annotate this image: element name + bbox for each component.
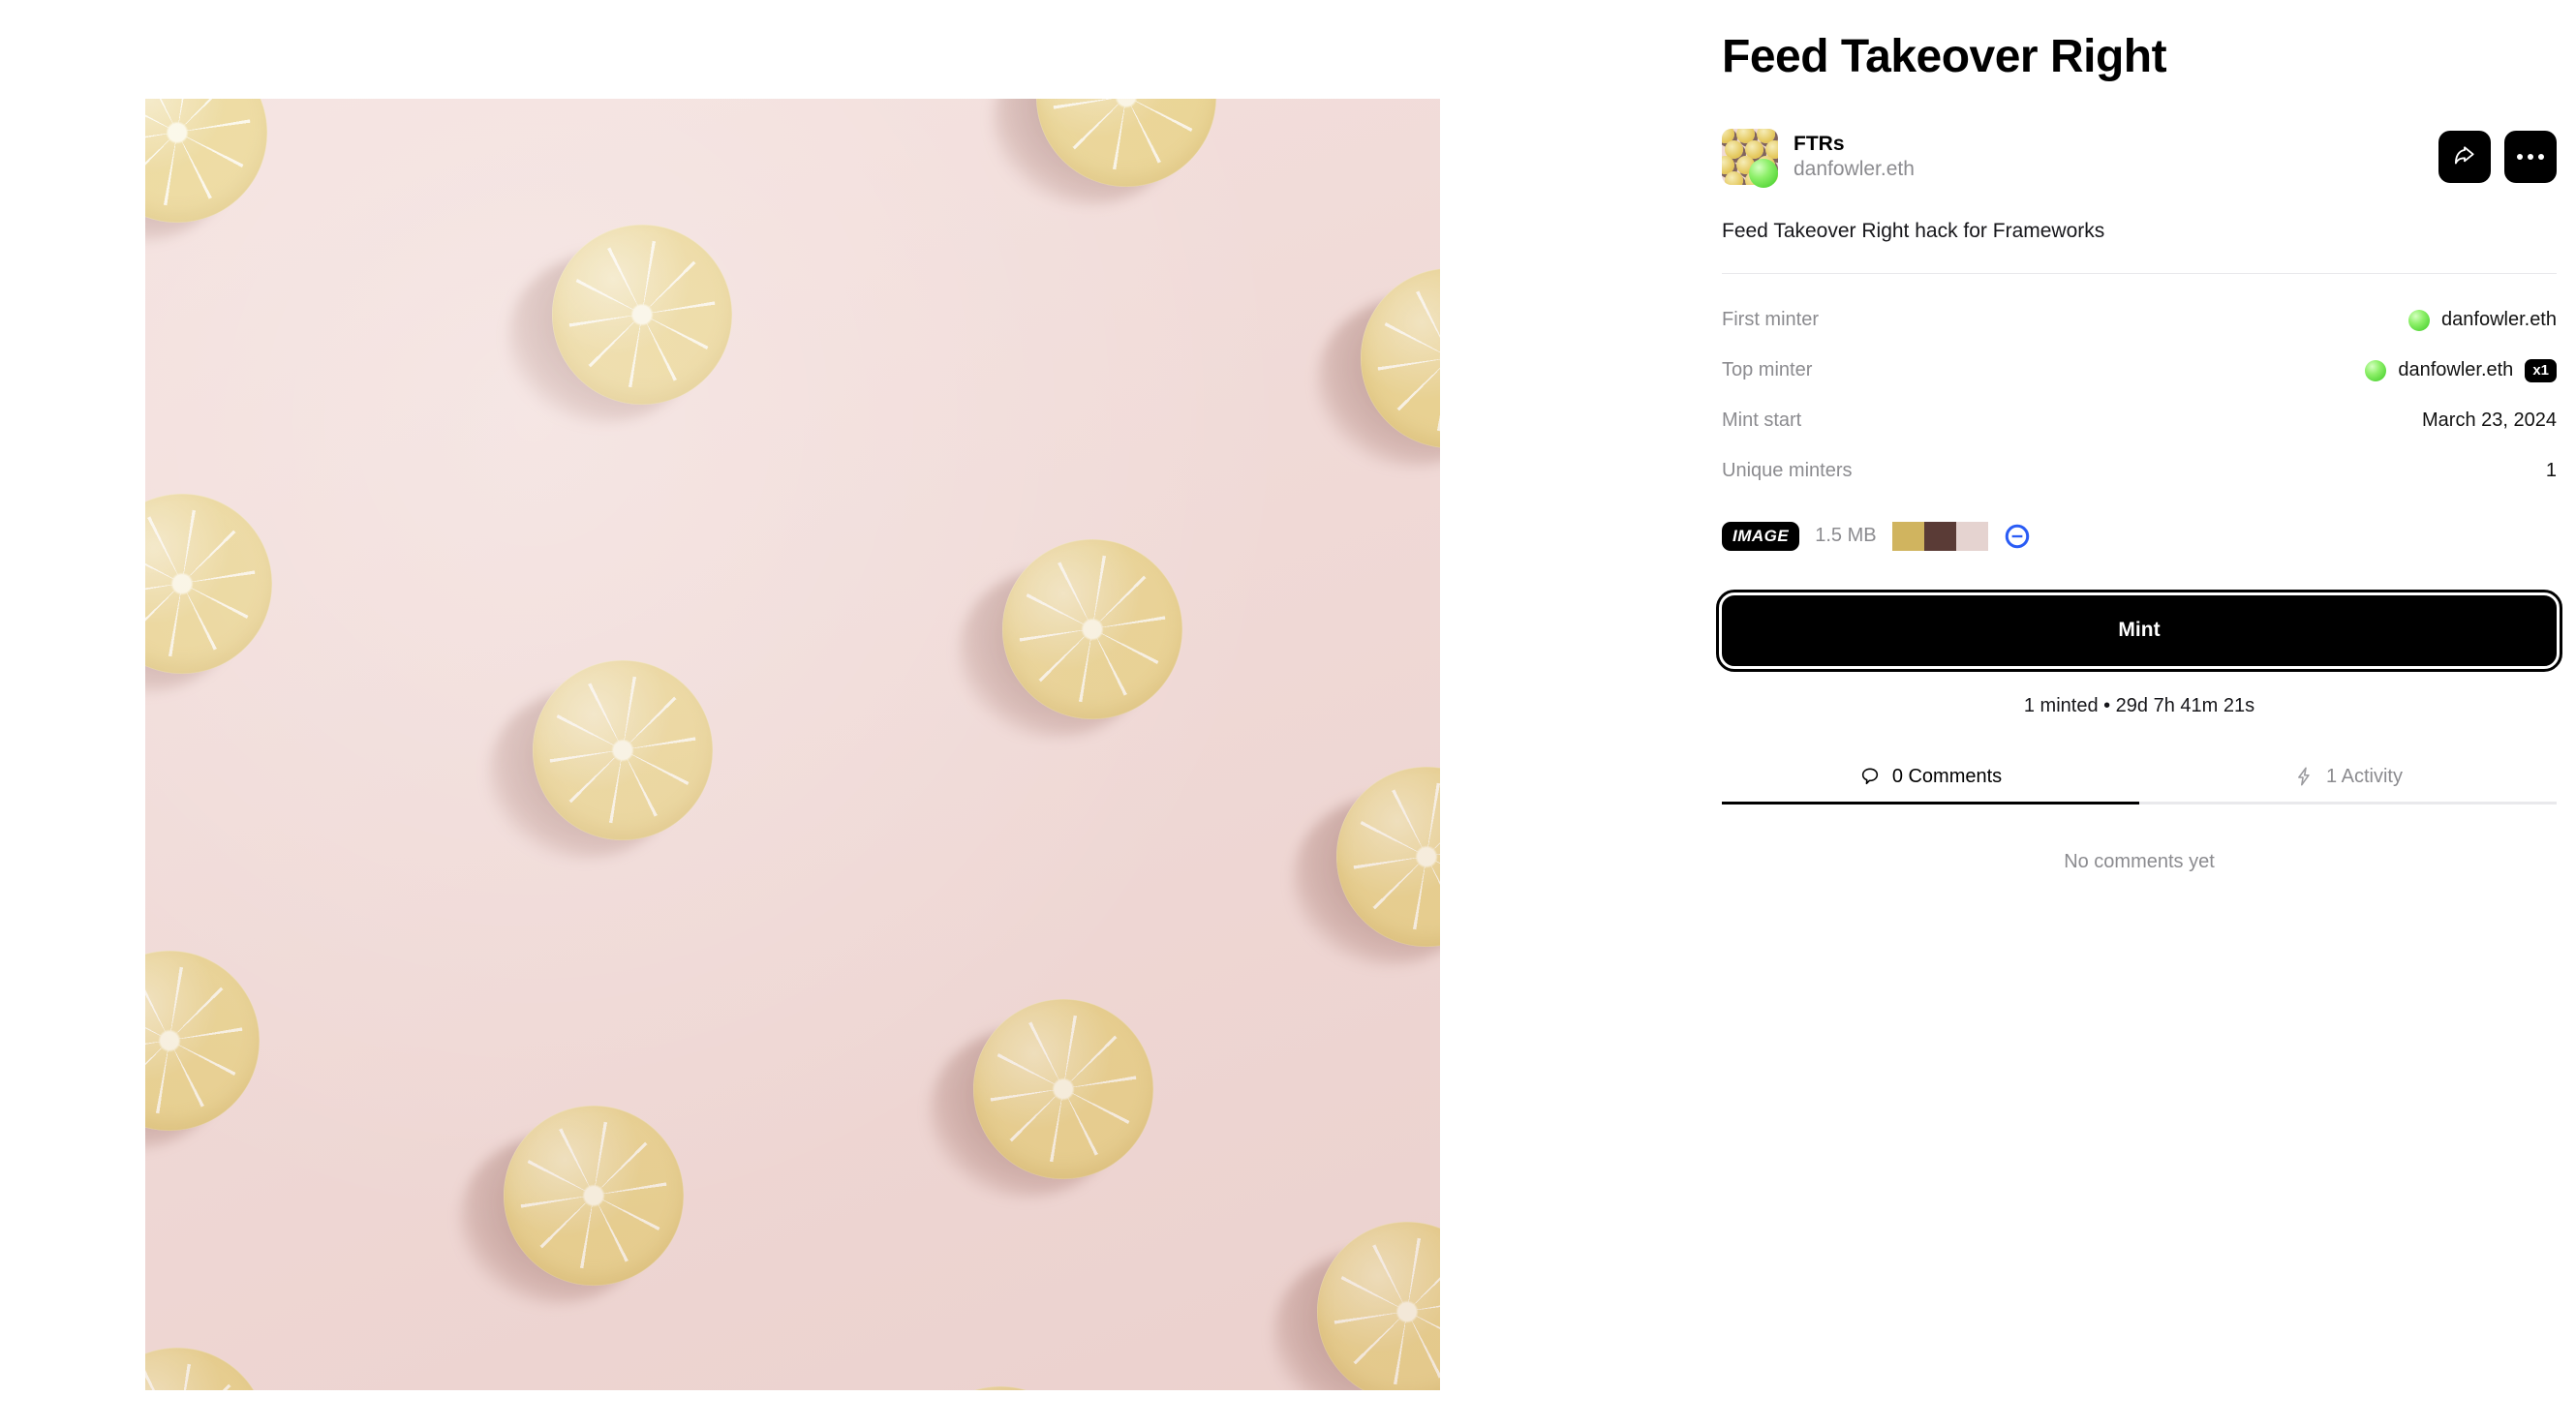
creator-handle: danfowler.eth bbox=[1794, 157, 1915, 180]
metadata-value-text: March 23, 2024 bbox=[2422, 410, 2557, 432]
tab-activity[interactable]: 1 Activity bbox=[2139, 752, 2557, 805]
artwork-image[interactable] bbox=[145, 98, 1440, 1390]
more-options-button[interactable] bbox=[2504, 130, 2557, 183]
lemon-body bbox=[145, 1347, 267, 1390]
lemon-slice bbox=[145, 493, 272, 693]
metadata-row: Unique minters 1 bbox=[1722, 446, 2557, 497]
mint-count-badge: x1 bbox=[2525, 358, 2557, 382]
comments-empty-state: No comments yet bbox=[2064, 850, 2215, 872]
lemon-body bbox=[533, 659, 713, 840]
lemon-slice bbox=[929, 998, 1153, 1199]
lemon-body bbox=[145, 98, 267, 223]
creator-row: FTRs danfowler.eth bbox=[1722, 127, 2557, 188]
lemon-slice bbox=[910, 1385, 1090, 1390]
metadata-value: March 23, 2024 bbox=[2422, 410, 2557, 432]
avatar[interactable] bbox=[1722, 128, 1778, 188]
lemon-slice bbox=[145, 950, 260, 1150]
lemon-slice bbox=[1316, 267, 1440, 468]
lemon-slice bbox=[145, 98, 267, 242]
metadata-value: 1 bbox=[2546, 460, 2557, 482]
metadata-value[interactable]: danfowler.eth x1 bbox=[2365, 358, 2557, 382]
lemon-body bbox=[552, 224, 732, 405]
lemon-slice bbox=[958, 538, 1182, 739]
lemon-body bbox=[1317, 1221, 1440, 1390]
creator-names: FTRs danfowler.eth bbox=[1794, 132, 1915, 183]
lemon-body bbox=[973, 998, 1153, 1179]
file-type-badge: IMAGE bbox=[1722, 521, 1800, 551]
lemon-slice bbox=[1292, 766, 1440, 966]
verified-sphere-badge-icon bbox=[2365, 359, 2387, 381]
tab-activity-label: 1 Activity bbox=[2326, 765, 2403, 787]
metadata-value-text: 1 bbox=[2545, 460, 2557, 482]
color-swatches bbox=[1891, 521, 1988, 551]
metadata-value-text: danfowler.eth bbox=[2398, 359, 2514, 381]
description: Feed Takeover Right hack for Frameworks bbox=[1722, 219, 2105, 242]
file-metadata-row: IMAGE 1.5 MB bbox=[1722, 521, 2557, 551]
metadata-row: Mint start March 23, 2024 bbox=[1722, 396, 2557, 446]
creator-name: FTRs bbox=[1794, 132, 1845, 155]
color-swatch bbox=[1955, 521, 1988, 551]
verified-sphere-badge-icon bbox=[2408, 309, 2431, 331]
detail-panel: Feed Takeover Right FTRs danfowler.eth F… bbox=[1716, 0, 2562, 1427]
color-swatch bbox=[1891, 521, 1924, 551]
metadata-value[interactable]: danfowler.eth bbox=[2408, 309, 2557, 331]
tab-comments[interactable]: 0 Comments bbox=[1722, 752, 2139, 805]
verified-sphere-badge-icon bbox=[1749, 158, 1778, 188]
mint-button[interactable]: Mint bbox=[1716, 589, 2562, 672]
lemon-body bbox=[910, 1385, 1090, 1390]
metadata-label: First minter bbox=[1722, 309, 1819, 331]
share-icon bbox=[2454, 146, 2474, 165]
color-swatch bbox=[1923, 521, 1956, 551]
metadata-label: Mint start bbox=[1722, 410, 1802, 432]
lemon-slice bbox=[1273, 1221, 1440, 1390]
more-options-icon bbox=[2517, 153, 2544, 160]
share-button[interactable] bbox=[2438, 130, 2491, 183]
divider bbox=[1722, 272, 2557, 274]
metadata-row: Top minter danfowler.eth x1 bbox=[1722, 346, 2557, 396]
metadata-label: Unique minters bbox=[1722, 460, 1853, 482]
lemon-body bbox=[1002, 538, 1182, 719]
lemon-slice bbox=[992, 98, 1216, 206]
comment-bubble-icon bbox=[1861, 768, 1878, 785]
file-size: 1.5 MB bbox=[1815, 525, 1877, 547]
metadata-row: First minter danfowler.eth bbox=[1722, 295, 2557, 346]
creator-actions bbox=[2438, 130, 2557, 183]
lemon-slice bbox=[145, 1347, 267, 1390]
lightning-bolt-icon bbox=[2298, 767, 2310, 786]
lemon-slice bbox=[507, 224, 732, 424]
lemon-slice bbox=[459, 1105, 684, 1305]
lemon-slice bbox=[488, 659, 713, 860]
metadata-list: First minter danfowler.eth Top minter danfo… bbox=[1722, 295, 2557, 497]
mint-status: 1 minted • 29d 7h 41m 21s bbox=[2023, 694, 2255, 716]
lemon-body bbox=[145, 950, 260, 1131]
artwork-pane bbox=[0, 0, 1491, 1427]
mint-detail-page: Feed Takeover Right FTRs danfowler.eth F… bbox=[0, 0, 2576, 1427]
metadata-value-text: danfowler.eth bbox=[2441, 309, 2557, 331]
tabs: 0 Comments 1 Activity bbox=[1722, 752, 2557, 805]
metadata-label: Top minter bbox=[1722, 359, 1813, 381]
lemon-body bbox=[504, 1105, 684, 1286]
lemon-body bbox=[145, 493, 272, 674]
optimism-chain-icon[interactable] bbox=[2004, 523, 2031, 550]
page-title: Feed Takeover Right bbox=[1722, 31, 2167, 82]
tab-comments-label: 0 Comments bbox=[1891, 765, 2003, 787]
